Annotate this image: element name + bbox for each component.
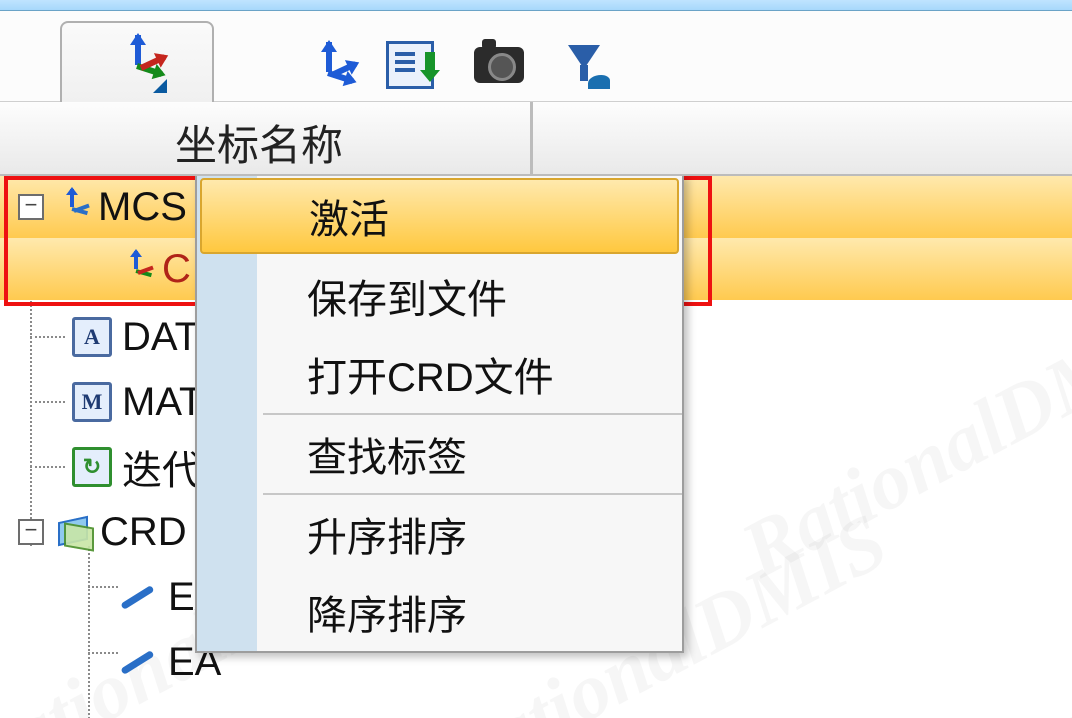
column-header-row: 坐标名称 xyxy=(0,102,1072,176)
axes-3d-icon xyxy=(109,35,165,91)
line-icon xyxy=(122,580,162,614)
tree-item-label: DAT xyxy=(122,315,199,360)
window-titlebar xyxy=(0,0,1072,11)
ctx-item-label: 激活 xyxy=(309,187,389,245)
axes-icon xyxy=(54,189,90,225)
planes-icon xyxy=(54,513,92,551)
expander-minus-icon[interactable]: − xyxy=(18,519,44,545)
tree-item-label: MAT xyxy=(122,380,203,425)
ctx-item-find-tag[interactable]: 查找标签 xyxy=(197,415,682,493)
tree-item-label: CRD xyxy=(100,510,187,555)
ctx-item-label: 打开CRD文件 xyxy=(307,345,554,403)
ctx-item-label: 保存到文件 xyxy=(307,267,507,325)
letter-m-icon: M xyxy=(72,382,112,422)
toolbar xyxy=(0,11,1072,102)
ctx-item-label: 升序排序 xyxy=(307,505,467,563)
ctx-item-sort-desc[interactable]: 降序排序 xyxy=(197,573,682,651)
ctx-item-label: 查找标签 xyxy=(307,425,467,483)
tree-body: RationalDMIS RationalDMIS RationalDMIS R… xyxy=(0,176,1072,718)
filter-icon[interactable] xyxy=(564,43,604,87)
expander-minus-icon[interactable]: − xyxy=(18,194,44,220)
ctx-item-label: 降序排序 xyxy=(307,583,467,641)
ctx-item-activate[interactable]: 激活 xyxy=(200,178,679,254)
camera-icon[interactable] xyxy=(474,47,524,83)
iterate-icon: ↻ xyxy=(72,447,112,487)
ctx-item-sort-asc[interactable]: 升序排序 xyxy=(197,495,682,573)
ctx-item-save-file[interactable]: 保存到文件 xyxy=(197,257,682,335)
line-icon xyxy=(122,645,162,679)
tree-item-label: 迭代 xyxy=(122,438,202,496)
letter-a-icon: A xyxy=(72,317,112,357)
context-menu: 激活 保存到文件 打开CRD文件 查找标签 升序排序 降序排序 xyxy=(195,176,684,653)
ctx-item-open-crd[interactable]: 打开CRD文件 xyxy=(197,335,682,413)
active-tab-axes[interactable] xyxy=(60,21,214,103)
axes-icon xyxy=(118,251,154,287)
list-download-icon[interactable] xyxy=(386,41,434,89)
column-header-name[interactable]: 坐标名称 xyxy=(175,112,343,173)
tree-item-label: MCS xyxy=(98,185,187,230)
tree-item-label: C xyxy=(162,247,191,292)
column-divider[interactable] xyxy=(530,102,533,174)
axes-blue-icon[interactable] xyxy=(300,42,346,88)
